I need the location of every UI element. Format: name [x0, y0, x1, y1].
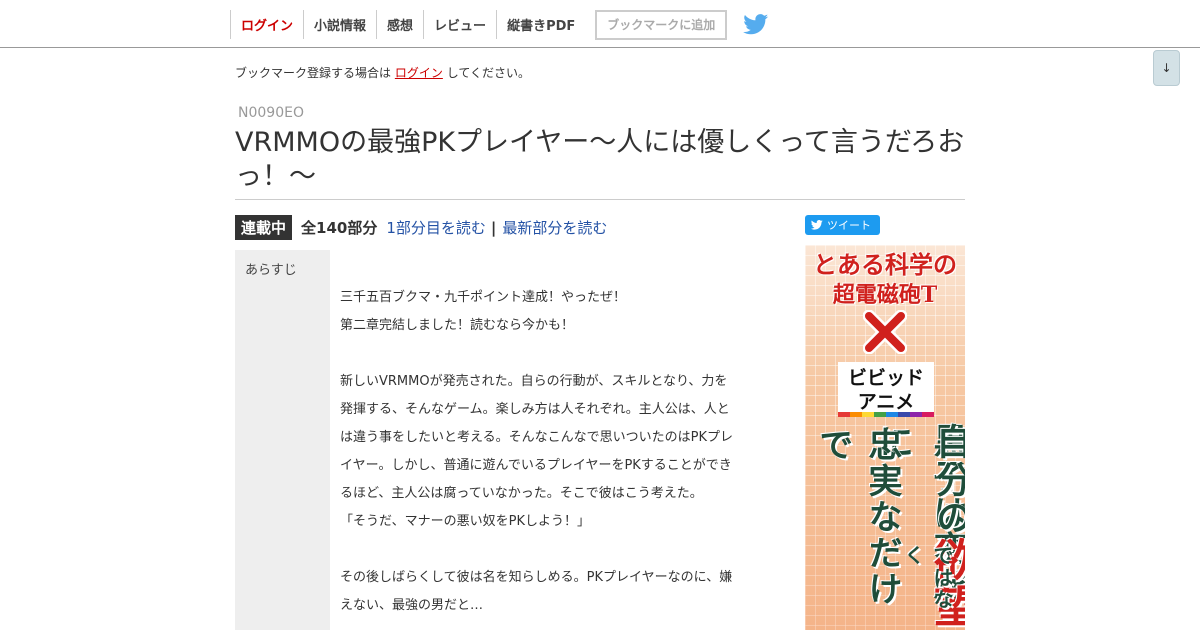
add-bookmark-button[interactable]: ブックマークに追加 — [595, 9, 728, 40]
read-latest-part-link[interactable]: 最新部分を読む — [502, 217, 607, 238]
ad-col2-pre: 自分の — [930, 423, 965, 537]
svg-text:アニメ: アニメ — [858, 391, 915, 413]
synopsis-line: 第二章完結しました！読むなら今かも！ — [340, 318, 575, 333]
notice-suffix: してください。 — [446, 66, 530, 80]
ad-cross-icon — [863, 310, 907, 354]
nav-vertical-pdf-link[interactable]: 縦書きPDF — [496, 10, 585, 39]
synopsis-line: は違う事をしたいと考える。そんなこんなで思いついたのはPKプレ — [340, 430, 733, 445]
ad-title-line1: とある科学の — [813, 250, 957, 279]
synopsis-line: るほど、主人公は腐っていなかった。そこで彼はこう考えた。 — [340, 486, 703, 501]
ad-tagline-small: ではなく — [901, 545, 954, 611]
novel-code: N0090EO — [238, 105, 304, 121]
read-first-part-link[interactable]: 1部分目を読む — [386, 217, 486, 238]
top-navigation-bar: ログイン 小説情報 感想 レビュー 縦書きPDF ブックマークに追加 — [0, 0, 1200, 48]
svg-text:ビビッド: ビビッド — [848, 367, 924, 389]
notice-prefix: ブックマーク登録する場合は — [235, 66, 392, 80]
synopsis-text: 三千五百ブクマ・九千ポイント達成！やったぜ！ 第二章完結しました！読むなら今かも… — [340, 284, 768, 620]
nav-impressions-link[interactable]: 感想 — [376, 10, 423, 39]
synopsis-line: 三千五百ブクマ・九千ポイント達成！やったぜ！ — [340, 290, 627, 305]
tweet-button[interactable]: ツイート — [805, 215, 880, 235]
bookmark-login-notice: ブックマーク登録する場合は ログイン してください。 — [235, 64, 530, 81]
synopsis-line: イヤー。しかし、普通に遊んでいるプレイヤーをPKすることができ — [340, 458, 732, 473]
synopsis-line: 発揮する、そんなゲーム。楽しみ方は人それぞれ。主人公は、人と — [340, 402, 730, 417]
nav-login-link[interactable]: ログイン — [230, 10, 303, 39]
total-parts-count: 全140部分 — [301, 219, 378, 237]
serialization-status-badge: 連載中 — [235, 215, 293, 240]
notice-login-link[interactable]: ログイン — [395, 66, 443, 80]
synopsis-label-column: あらすじ — [235, 250, 330, 630]
novel-status-row: 連載中 全140部分 1部分目を読む | 最新部分を読む — [235, 215, 607, 240]
global-nav: ログイン 小説情報 感想 レビュー 縦書きPDF ブックマークに追加 — [230, 9, 769, 40]
synopsis-line: 「そうだ、マナーの悪い奴をPKしよう！」 — [340, 514, 590, 529]
synopsis-label: あらすじ — [245, 263, 297, 278]
link-separator: | — [490, 218, 497, 237]
tweet-button-label: ツイート — [827, 219, 871, 232]
ad-tagline-column3: 忠実なだけで — [813, 427, 902, 607]
twitter-bird-icon[interactable] — [743, 14, 769, 36]
nav-novel-info-link[interactable]: 小説情報 — [303, 10, 376, 39]
twitter-bird-icon — [811, 220, 823, 230]
ad-title-line2: 超電磁砲T — [832, 282, 938, 308]
novel-title: VRMMOの最強PKプレイヤー〜人には優しくって言うだろおっ！〜 — [235, 127, 965, 192]
anime-ad-banner[interactable]: とある科学の 超電磁砲T ビビッド アニメ 黒子は変態 自分の欲望に ではなく … — [805, 245, 965, 630]
synopsis-line: えない、最強の男だと… — [340, 598, 484, 613]
synopsis-line — [340, 340, 768, 368]
vivid-anime-logo: ビビッド アニメ — [838, 362, 934, 417]
nav-review-link[interactable]: レビュー — [423, 10, 496, 39]
title-divider — [235, 199, 965, 200]
scroll-down-button[interactable]: ↓ — [1153, 50, 1180, 86]
synopsis-line — [340, 536, 768, 564]
synopsis-line: 新しいVRMMOが発売された。自らの行動が、スキルとなり、力を — [340, 374, 728, 389]
synopsis-line: その後しばらくして彼は名を知らしめる。PKプレイヤーなのに、嫌 — [340, 570, 733, 585]
